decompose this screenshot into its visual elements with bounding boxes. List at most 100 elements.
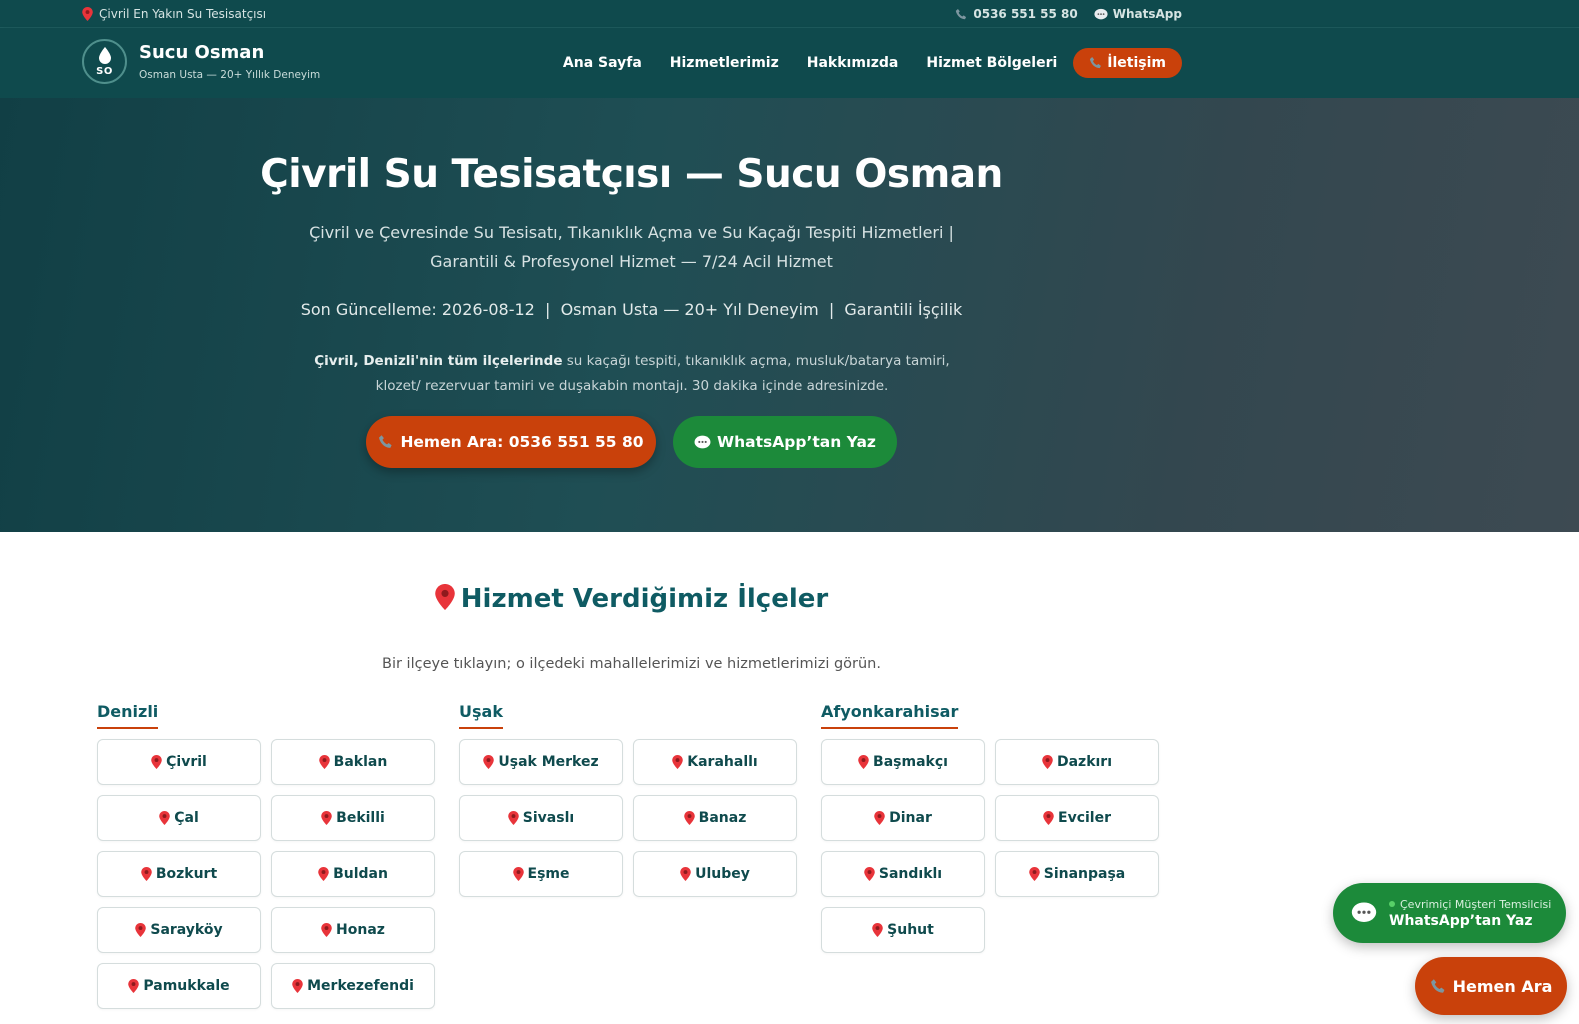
district-label: Dinar [889, 810, 932, 826]
districts-title: Hizmet Verdiğimiz İlçeler [0, 584, 1263, 614]
location-pin-icon [151, 755, 162, 769]
district-label: Başmakçı [873, 754, 948, 770]
location-pin-icon [292, 979, 303, 993]
top-whatsapp-link[interactable]: WhatsApp [1094, 7, 1182, 21]
location-pin-icon [318, 755, 330, 769]
district-label: Çal [174, 810, 199, 826]
district-button[interactable]: Sarayköy [97, 907, 261, 953]
top-location-text: Çivril En Yakın Su Tesisatçısı [99, 7, 267, 21]
location-pin-icon [874, 811, 885, 825]
district-button[interactable]: Karahallı [633, 739, 797, 785]
brand-logo-link[interactable]: SO Sucu Osman Osman Usta — 20+ Yıllık De… [82, 39, 320, 84]
district-button[interactable]: Sinanpaşa [995, 851, 1159, 897]
district-button[interactable]: Şuhut [821, 907, 985, 953]
district-label: Buldan [333, 866, 388, 882]
region-title: Uşak [459, 702, 503, 729]
district-button[interactable]: Sivaslı [459, 795, 623, 841]
district-button[interactable]: Evciler [995, 795, 1159, 841]
floating-call-label: Hemen Ara [1452, 976, 1553, 996]
district-button[interactable]: Sandıklı [821, 851, 985, 897]
district-button[interactable]: Dinar [821, 795, 985, 841]
location-pin-icon [128, 979, 140, 993]
district-button[interactable]: Bozkurt [97, 851, 261, 897]
hero-call-label: Hemen Ara: 0536 551 55 80 [400, 433, 644, 451]
phone-icon [956, 8, 967, 19]
district-button[interactable]: Buldan [271, 851, 435, 897]
hero-meta-line: Son Güncelleme: 2026-08-12 | Osman Usta … [300, 300, 963, 319]
district-label: Ulubey [695, 866, 750, 882]
district-button[interactable]: Bekilli [271, 795, 435, 841]
district-button[interactable]: Banaz [633, 795, 797, 841]
location-pin-icon [435, 584, 455, 610]
chat-bubble-icon [1351, 902, 1377, 922]
location-pin-icon [1043, 811, 1054, 825]
location-pin-icon [82, 7, 93, 21]
location-pin-icon [1028, 867, 1040, 881]
nav-about[interactable]: Hakkımızda [807, 55, 899, 71]
district-label: Evciler [1058, 810, 1111, 826]
district-button[interactable]: Eşme [459, 851, 623, 897]
districts-subtitle: Bir ilçeye tıklayın; o ilçedeki mahallel… [382, 656, 881, 672]
districts-title-text: Hizmet Verdiğimiz İlçeler [460, 584, 829, 614]
district-label: Dazkırı [1056, 754, 1113, 770]
top-phone-link[interactable]: 0536 551 55 80 [955, 7, 1078, 21]
district-button[interactable]: Merkezefendi [271, 963, 435, 1009]
hero-description-bold: Çivril, Denizli'nin tüm ilçelerinde [314, 353, 563, 369]
region-title: Denizli [97, 702, 159, 729]
district-label: Honaz [336, 922, 385, 938]
nav-contact-label: İletişim [1107, 55, 1166, 71]
location-pin-icon [321, 811, 332, 825]
page-title: Çivril Su Tesisatçısı — Sucu Osman [260, 152, 1003, 197]
region-title: Afyonkarahisar [821, 702, 959, 729]
location-pin-icon [159, 811, 170, 825]
location-pin-icon [683, 811, 695, 825]
floating-call-button[interactable]: Hemen Ara [1415, 957, 1567, 1015]
location-pin-icon [858, 755, 869, 769]
brand-name: Sucu Osman [139, 42, 265, 63]
hero-call-button[interactable]: Hemen Ara: 0536 551 55 80 [366, 416, 656, 468]
district-button[interactable]: Çivril [97, 739, 261, 785]
location-pin-icon [321, 923, 332, 937]
floating-whatsapp-label: WhatsApp’tan Yaz [1389, 912, 1533, 929]
nav-services[interactable]: Hizmetlerimiz [670, 55, 779, 71]
district-label: Baklan [333, 754, 388, 770]
location-pin-icon [672, 755, 684, 769]
district-label: Merkezefendi [307, 978, 414, 994]
nav-home[interactable]: Ana Sayfa [563, 55, 642, 71]
floating-whatsapp-button[interactable]: Çevrimiçi Müşteri Temsilcisi WhatsApp’ta… [1333, 883, 1566, 943]
online-label: Çevrimiçi Müşteri Temsilcisi [1400, 897, 1552, 911]
district-button[interactable]: Başmakçı [821, 739, 985, 785]
nav-contact-button[interactable]: İletişim [1073, 48, 1182, 78]
district-label: Bekilli [336, 810, 385, 826]
brand-tagline: Osman Usta — 20+ Yıllık Deneyim [139, 69, 321, 81]
district-label: Şuhut [887, 922, 934, 938]
nav-service-areas[interactable]: Hizmet Bölgeleri [926, 55, 1057, 71]
phone-icon [1430, 978, 1445, 993]
location-pin-icon [680, 867, 691, 881]
district-label: Bozkurt [155, 866, 218, 882]
location-pin-icon [512, 867, 524, 881]
hero-subtitle: Çivril ve Çevresinde Su Tesisatı, Tıkanı… [309, 223, 954, 271]
district-button[interactable]: Uşak Merkez [459, 739, 623, 785]
district-button[interactable]: Dazkırı [995, 739, 1159, 785]
district-button[interactable]: Çal [97, 795, 261, 841]
district-label: Pamukkale [143, 978, 230, 994]
hero-section: Çivril Su Tesisatçısı — Sucu Osman Çivri… [0, 98, 1579, 532]
district-label: Sinanpaşa [1043, 866, 1126, 882]
district-label: Eşme [527, 866, 570, 882]
district-button[interactable]: Pamukkale [97, 963, 261, 1009]
location-pin-icon [141, 867, 152, 881]
chat-bubble-icon [694, 435, 711, 448]
hero-whatsapp-button[interactable]: WhatsApp’tan Yaz [673, 416, 897, 468]
district-label: Çivril [166, 754, 207, 770]
district-button[interactable]: Baklan [271, 739, 435, 785]
online-status-dot [1389, 901, 1395, 907]
phone-icon [379, 435, 393, 448]
district-button[interactable]: Ulubey [633, 851, 797, 897]
district-button[interactable]: Honaz [271, 907, 435, 953]
top-info-bar: Çivril En Yakın Su Tesisatçısı 0536 551 … [0, 0, 1579, 28]
location-pin-icon [508, 811, 519, 825]
district-label: Karahallı [687, 754, 758, 770]
chat-bubble-icon [1094, 8, 1108, 19]
location-pin-icon [135, 923, 147, 937]
